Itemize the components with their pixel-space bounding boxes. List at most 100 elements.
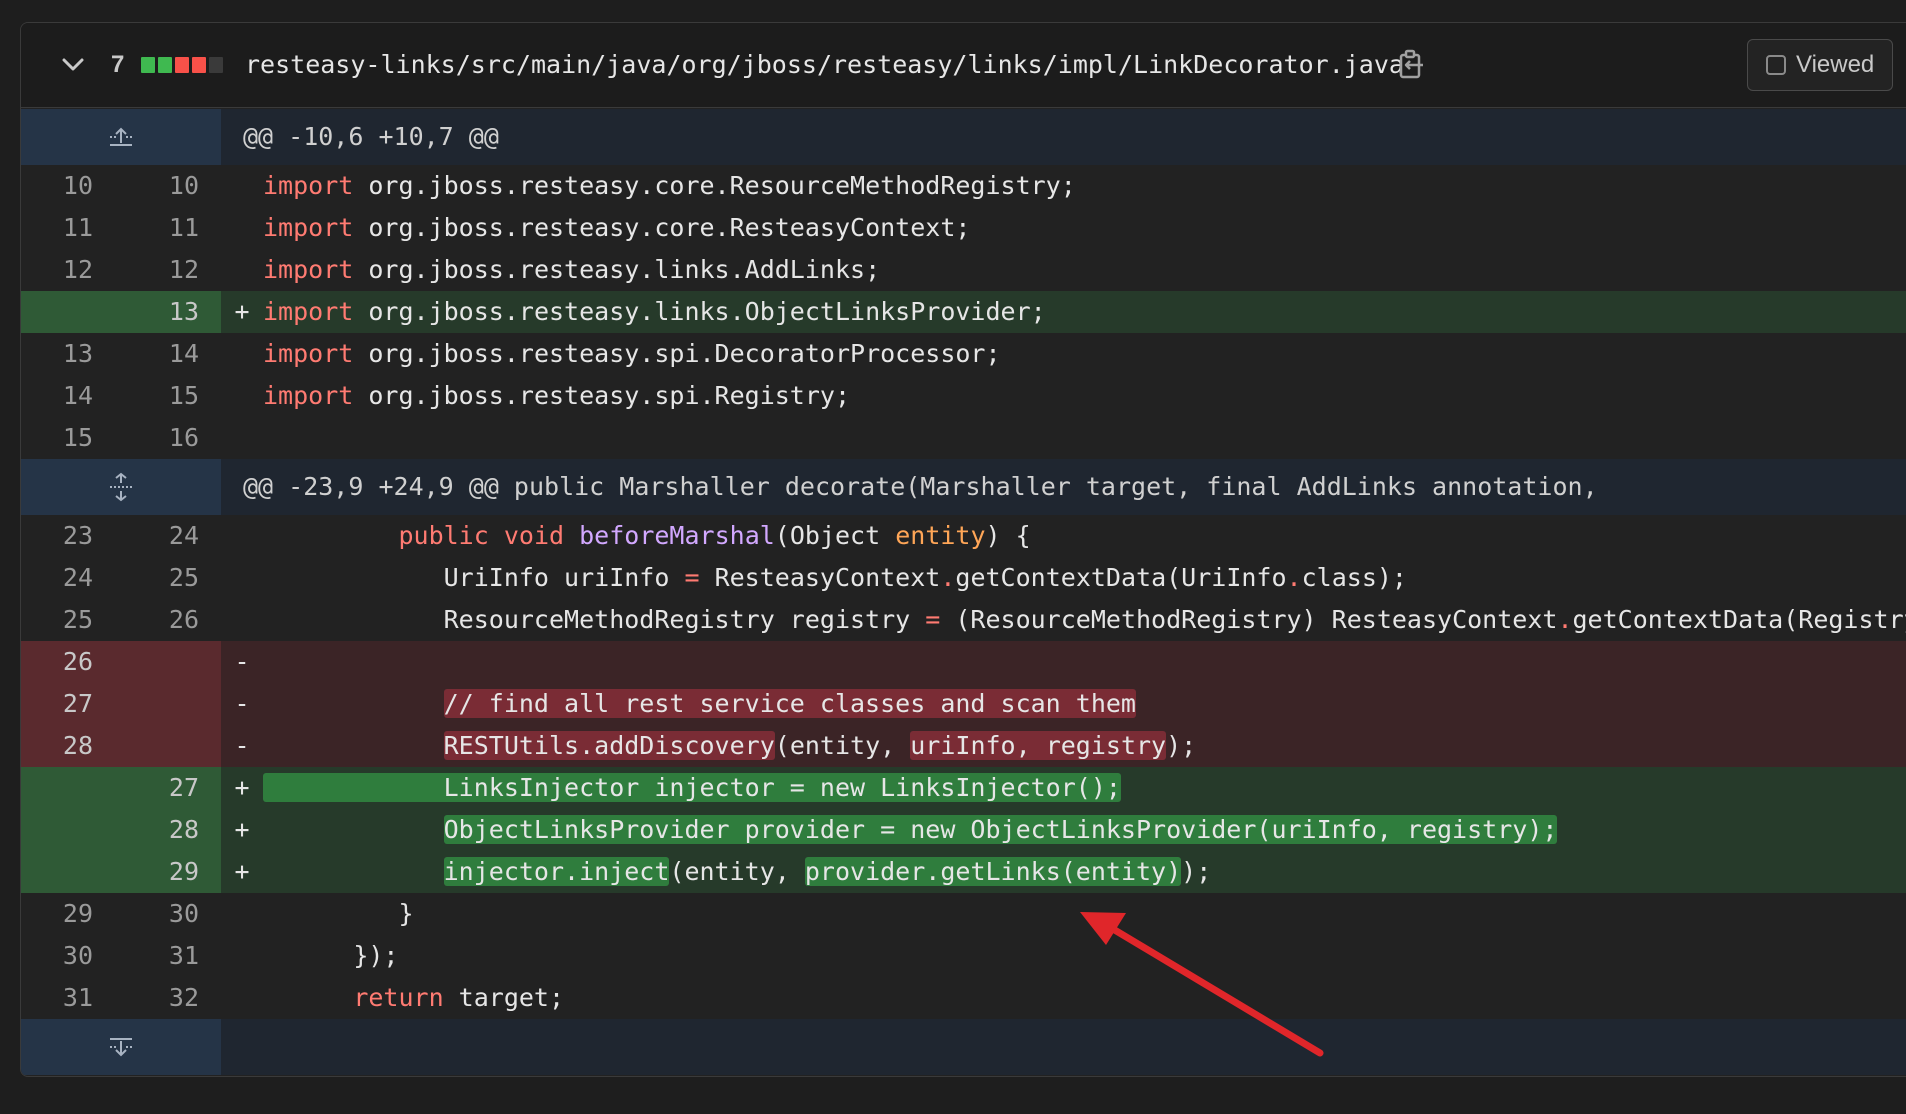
- line-marker: [221, 977, 263, 1019]
- line-marker: [221, 333, 263, 375]
- keyword: return: [353, 983, 444, 1012]
- code-line: });: [263, 935, 1906, 977]
- line-marker: +: [234, 297, 250, 326]
- old-line-number[interactable]: 15: [21, 417, 121, 459]
- new-line-number[interactable]: [121, 725, 221, 767]
- new-line-number[interactable]: 24: [121, 515, 221, 557]
- line-marker: [221, 207, 263, 249]
- new-line-number[interactable]: 12: [121, 249, 221, 291]
- code-text: });: [353, 941, 399, 970]
- new-line-number[interactable]: 26: [121, 599, 221, 641]
- code-text: UriInfo uriInfo: [443, 563, 685, 592]
- parameter: entity: [895, 521, 986, 550]
- new-line-number[interactable]: 15: [121, 375, 221, 417]
- old-line-number[interactable]: 13: [21, 333, 121, 375]
- new-line-number[interactable]: 14: [121, 333, 221, 375]
- chevron-down-icon[interactable]: [59, 51, 87, 79]
- expand-down-icon[interactable]: [21, 1019, 221, 1075]
- line-marker: [221, 893, 263, 935]
- diffstat-block: [192, 57, 206, 73]
- code-line: return target;: [263, 977, 1906, 1019]
- old-line-number[interactable]: 14: [21, 375, 121, 417]
- code-line: injector.inject(entity, provider.getLink…: [263, 851, 1906, 893]
- old-line-number[interactable]: 25: [21, 599, 121, 641]
- expand-all-icon[interactable]: [21, 459, 221, 515]
- keyword: import: [263, 339, 354, 368]
- expand-up-icon[interactable]: [21, 109, 221, 165]
- line-marker: [221, 165, 263, 207]
- code-text: getContextData(UriInfo: [955, 563, 1287, 592]
- old-line-number[interactable]: 28: [21, 725, 121, 767]
- keyword: void: [503, 521, 565, 550]
- code-text: getContextData(Registry: [1572, 605, 1906, 634]
- keyword: import: [263, 171, 354, 200]
- keyword: import: [263, 255, 354, 284]
- old-line-number[interactable]: [21, 851, 121, 893]
- added-highlight: LinksInjector injector = new LinksInject…: [263, 773, 1121, 802]
- diff-line: 14 15 import org.jboss.resteasy.spi.Regi…: [21, 375, 1906, 417]
- diffstat-block: [209, 57, 223, 73]
- new-line-number[interactable]: [121, 683, 221, 725]
- old-line-number[interactable]: 29: [21, 893, 121, 935]
- old-line-number[interactable]: [21, 291, 121, 333]
- old-line-number[interactable]: 11: [21, 207, 121, 249]
- viewed-checkbox[interactable]: [1766, 55, 1786, 75]
- old-line-number[interactable]: 27: [21, 683, 121, 725]
- new-line-number[interactable]: 32: [121, 977, 221, 1019]
- hunk-header-text: @@ -10,6 +10,7 @@: [243, 122, 499, 151]
- diff-line-added: 28 + ObjectLinksProvider provider = new …: [21, 809, 1906, 851]
- new-line-number[interactable]: 30: [121, 893, 221, 935]
- file-path[interactable]: resteasy-links/src/main/java/org/jboss/r…: [245, 23, 1404, 107]
- viewed-toggle-button[interactable]: Viewed: [1747, 39, 1893, 91]
- code-text: (ResourceMethodRegistry) ResteasyContext: [940, 605, 1558, 634]
- code-text: ) {: [985, 521, 1031, 550]
- diff-line-deleted: 27 - // find all rest service classes an…: [21, 683, 1906, 725]
- old-line-number[interactable]: 31: [21, 977, 121, 1019]
- code-line: import org.jboss.resteasy.spi.Registry;: [263, 375, 1906, 417]
- line-marker: [221, 375, 263, 417]
- new-line-number[interactable]: 16: [121, 417, 221, 459]
- line-marker: [221, 417, 263, 459]
- old-line-number[interactable]: 12: [21, 249, 121, 291]
- deleted-highlight: uriInfo, registry: [910, 731, 1167, 760]
- line-marker: [221, 935, 263, 977]
- line-marker: +: [234, 815, 250, 844]
- old-line-number[interactable]: [21, 809, 121, 851]
- copy-path-icon[interactable]: [1397, 49, 1427, 81]
- old-line-number[interactable]: [21, 767, 121, 809]
- old-line-number[interactable]: 26: [21, 641, 121, 683]
- code-text: );: [1181, 857, 1212, 886]
- diff-line: 10 10 import org.jboss.resteasy.core.Res…: [21, 165, 1906, 207]
- code-text: org.jboss.resteasy.core.ResteasyContext;: [368, 213, 971, 242]
- code-text: org.jboss.resteasy.links.AddLinks;: [368, 255, 881, 284]
- code-line: import org.jboss.resteasy.links.ObjectLi…: [263, 291, 1906, 333]
- new-line-number[interactable]: 27: [121, 767, 221, 809]
- operator: .: [940, 563, 956, 592]
- new-line-number[interactable]: 31: [121, 935, 221, 977]
- diff-line: 31 32 return target;: [21, 977, 1906, 1019]
- old-line-number[interactable]: 10: [21, 165, 121, 207]
- new-line-number[interactable]: 13: [121, 291, 221, 333]
- diffstat-block: [175, 57, 189, 73]
- code-line: }: [263, 893, 1906, 935]
- diff-file-panel: 7 resteasy-links/src/main/java/org/jboss…: [20, 22, 1906, 1077]
- new-line-number[interactable]: 25: [121, 557, 221, 599]
- old-line-number[interactable]: 30: [21, 935, 121, 977]
- new-line-number[interactable]: [121, 641, 221, 683]
- new-line-number[interactable]: 11: [121, 207, 221, 249]
- old-line-number[interactable]: 23: [21, 515, 121, 557]
- code-line: import org.jboss.resteasy.links.AddLinks…: [263, 249, 1906, 291]
- code-line: RESTUtils.addDiscovery(entity, uriInfo, …: [263, 725, 1906, 767]
- file-header: 7 resteasy-links/src/main/java/org/jboss…: [21, 23, 1906, 108]
- new-line-number[interactable]: 10: [121, 165, 221, 207]
- new-line-number[interactable]: 28: [121, 809, 221, 851]
- old-line-number[interactable]: 24: [21, 557, 121, 599]
- deleted-highlight: // find all rest service classes and sca…: [443, 689, 1136, 718]
- line-marker: -: [234, 647, 250, 676]
- code-line: // find all rest service classes and sca…: [263, 683, 1906, 725]
- line-marker: [221, 599, 263, 641]
- code-text: ResteasyContext: [699, 563, 941, 592]
- diff-line: 30 31 });: [21, 935, 1906, 977]
- new-line-number[interactable]: 29: [121, 851, 221, 893]
